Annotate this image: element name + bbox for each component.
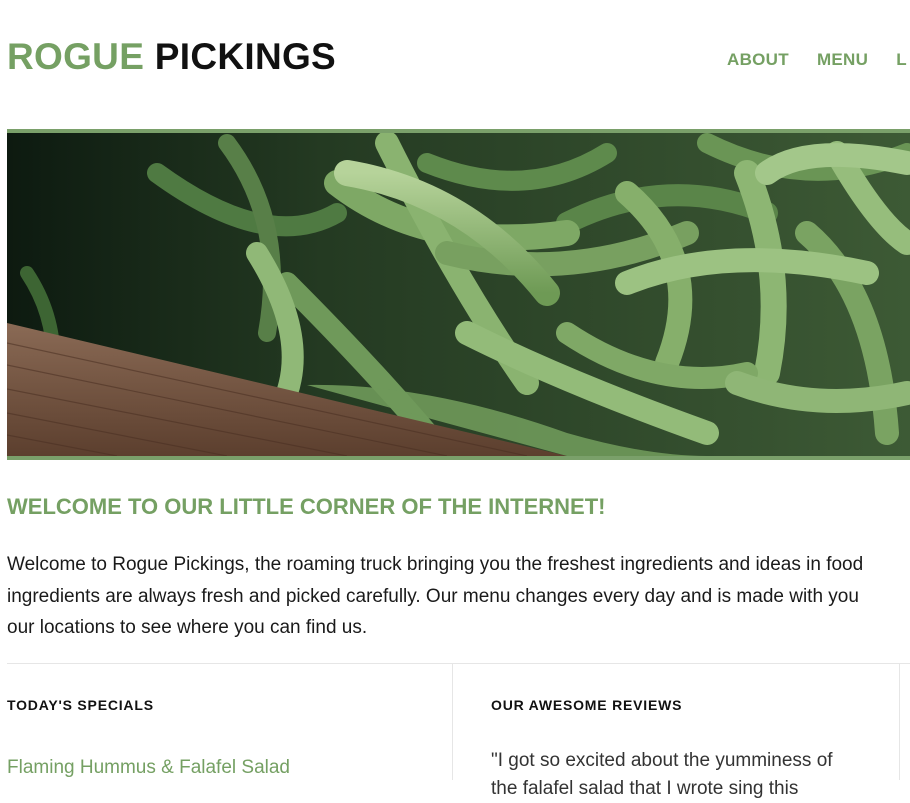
site-logo[interactable]: ROGUE PICKINGS <box>7 36 336 78</box>
reviews-heading: OUR AWESOME REVIEWS <box>491 697 683 713</box>
review-quote: "I got so excited about the yumminess of… <box>491 747 871 803</box>
nav-link-about[interactable]: ABOUT <box>727 50 789 70</box>
logo-accent-text: ROGUE <box>7 36 145 77</box>
welcome-line: our locations to see where you can find … <box>7 617 368 638</box>
main-nav: ABOUT MENU L <box>727 50 907 70</box>
logo-dark-text: PICKINGS <box>154 36 337 77</box>
welcome-heading: WELCOME TO OUR LITTLE CORNER OF THE INTE… <box>7 494 606 519</box>
special-item-link[interactable]: Flaming Hummus & Falafel Salad <box>7 757 290 779</box>
column-divider <box>452 664 453 780</box>
section-divider <box>7 663 910 664</box>
specials-heading: TODAY'S SPECIALS <box>7 697 154 713</box>
column-divider <box>899 664 900 780</box>
hero-image <box>7 129 910 460</box>
welcome-line: Welcome to Rogue Pickings, the roaming t… <box>7 554 864 575</box>
review-line: the falafel salad that I wrote sing this <box>491 778 799 799</box>
welcome-paragraph: Welcome to Rogue Pickings, the roaming t… <box>7 549 910 644</box>
review-line: "I got so excited about the yumminess of <box>491 750 833 771</box>
nav-link-menu[interactable]: MENU <box>817 50 868 70</box>
welcome-line: ingredients are always fresh and picked … <box>7 585 859 607</box>
nav-link-locations[interactable]: L <box>896 50 907 70</box>
hero-green-beans-illustration <box>7 133 910 456</box>
